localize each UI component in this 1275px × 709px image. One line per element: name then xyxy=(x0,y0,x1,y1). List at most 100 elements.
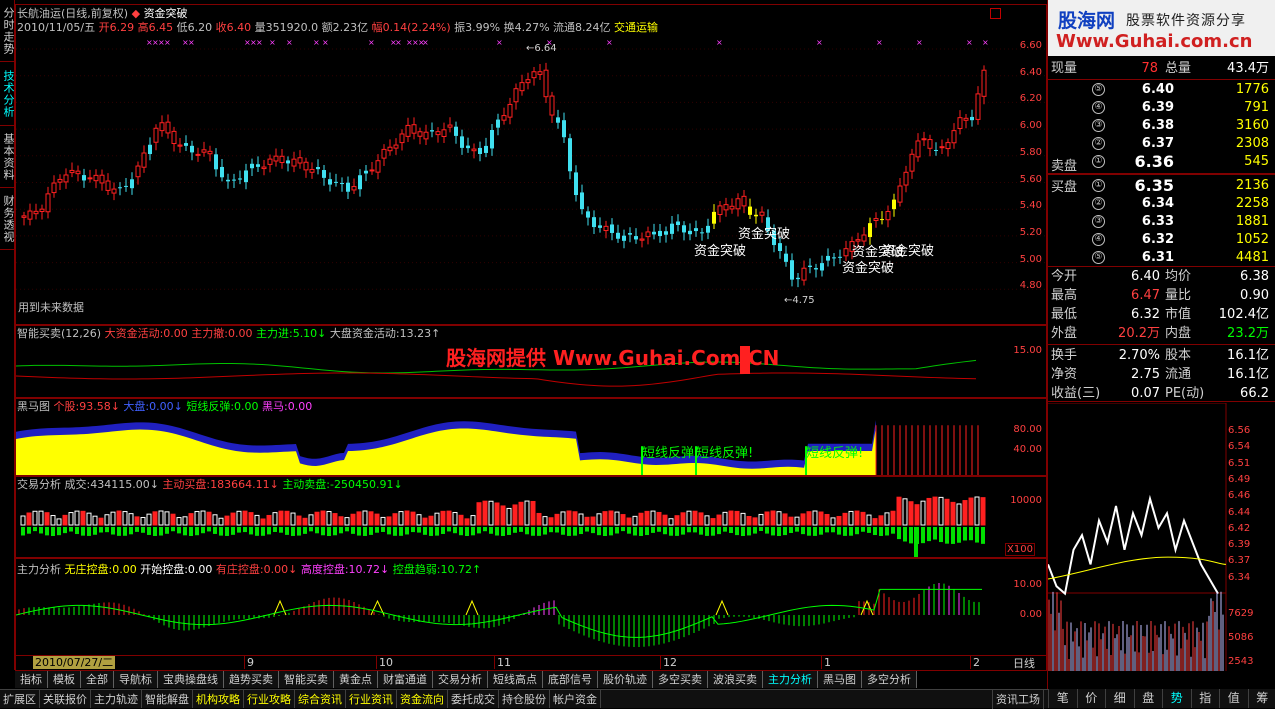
vtab-fenshi[interactable]: 分时走势 xyxy=(0,0,15,62)
tab-15[interactable]: 主力分析 xyxy=(763,671,818,688)
ind3-volume-bar xyxy=(339,517,343,525)
price-chart[interactable]: ×××××××××××××××××××××××××××××←6.64←4.75资… xyxy=(16,5,1046,324)
right-tab-7[interactable]: 筹 xyxy=(1248,689,1275,708)
right-tab-4[interactable]: 势 xyxy=(1162,689,1191,708)
right-tab-5[interactable]: 指 xyxy=(1191,689,1220,708)
bottom-tab-10[interactable]: 持仓股份 xyxy=(499,690,550,708)
tab-6[interactable]: 智能买卖 xyxy=(279,671,334,688)
candle xyxy=(460,130,464,155)
right-tab-2[interactable]: 细 xyxy=(1105,689,1134,708)
period-label[interactable]: 日线 xyxy=(1013,655,1035,671)
candle xyxy=(598,217,602,232)
ind3-sell-bar xyxy=(603,527,607,536)
bottom-info-workshop[interactable]: 资讯工场 xyxy=(992,690,1044,709)
candle xyxy=(142,145,146,172)
stat-row: 最低6.32市值102.4亿 xyxy=(1048,306,1273,324)
candle xyxy=(652,224,656,239)
bottom-tab-0[interactable]: 扩展区 xyxy=(0,690,40,708)
bottom-tab-2[interactable]: 主力轨迹 xyxy=(91,690,142,708)
tab-0[interactable]: 指标 xyxy=(15,671,48,688)
tab-10[interactable]: 短线高点 xyxy=(488,671,543,688)
vtab-jishu[interactable]: 技术分析 xyxy=(0,62,15,126)
ind3-sell-bar xyxy=(567,527,571,536)
price: 6.40 xyxy=(1118,81,1174,99)
tab-13[interactable]: 多空买卖 xyxy=(653,671,708,688)
price: 6.39 xyxy=(1118,99,1174,117)
signal-marker: × xyxy=(606,38,613,47)
ind3-volume-bar xyxy=(117,511,121,525)
candle xyxy=(112,182,116,200)
tab-12[interactable]: 股价轨迹 xyxy=(598,671,653,688)
candle xyxy=(592,210,596,234)
candle xyxy=(274,148,278,166)
ind3-volume-bar xyxy=(261,519,265,525)
tab-2[interactable]: 全部 xyxy=(81,671,114,688)
mini-price-label: 6.37 xyxy=(1228,555,1250,566)
tab-1[interactable]: 模板 xyxy=(48,671,81,688)
tab-14[interactable]: 波浪买卖 xyxy=(708,671,763,688)
stat-row: 最高6.47量比0.90 xyxy=(1048,287,1273,305)
brand-slogan: 股票软件资源分享 xyxy=(1126,10,1246,30)
bottom-tab-3[interactable]: 智能解盘 xyxy=(142,690,193,708)
ind3-sell-bar xyxy=(914,527,918,557)
signal-marker: × xyxy=(982,38,989,47)
tab-17[interactable]: 多空分析 xyxy=(862,671,917,688)
candle xyxy=(250,159,254,176)
right-tab-0[interactable]: 笔 xyxy=(1048,689,1077,708)
ind3-volume-bar xyxy=(849,511,853,525)
vtab-caiwu[interactable]: 财务透视 xyxy=(0,188,15,250)
tab-4[interactable]: 宝典操盘线 xyxy=(158,671,224,688)
ind3-sell-bar xyxy=(447,527,451,531)
candle xyxy=(538,64,542,80)
indicator-black-horse-panel[interactable]: 黑马图 个股:93.58↓ 大盘:0.00↓ 短线反弹:0.00 黑马:0.00… xyxy=(15,398,1047,476)
ind3-sell-bar xyxy=(687,527,691,532)
ind3-volume-bar xyxy=(669,519,673,525)
ind3-volume-bar xyxy=(51,516,55,525)
ind3-volume-bar xyxy=(711,519,715,525)
candle xyxy=(628,227,632,242)
ind3-volume-bar xyxy=(627,518,631,525)
ind3-sell-bar xyxy=(213,527,217,534)
ind4-y-label-0: 0.00 xyxy=(1020,609,1042,620)
candle xyxy=(862,227,866,246)
indicator-main-force-panel[interactable]: 主力分析 无庄控盘:0.00 开始控盘:0.00 有庄控盘:0.00↓ 高度控盘… xyxy=(15,558,1047,656)
tab-5[interactable]: 趋势买卖 xyxy=(224,671,279,688)
tab-16[interactable]: 黑马图 xyxy=(818,671,862,688)
level-icon: ① xyxy=(1092,155,1105,168)
bottom-tab-8[interactable]: 资金流向 xyxy=(397,690,448,708)
bid-row: ②6.342258 xyxy=(1048,195,1273,213)
bottom-tab-1[interactable]: 关联报价 xyxy=(40,690,91,708)
right-tab-6[interactable]: 值 xyxy=(1219,689,1248,708)
indicator-trade-analysis-panel[interactable]: 交易分析 成交:434115.00↓ 主动买盘:183664.11↓ 主动卖盘:… xyxy=(15,476,1047,558)
ind3-sell-bar xyxy=(201,527,205,533)
vtab-jiben[interactable]: 基本资料 xyxy=(0,126,15,188)
right-tab-3[interactable]: 盘 xyxy=(1134,689,1163,708)
bottom-tab-6[interactable]: 综合资讯 xyxy=(295,690,346,708)
tab-3[interactable]: 导航标 xyxy=(114,671,158,688)
candle xyxy=(724,198,728,217)
tab-9[interactable]: 交易分析 xyxy=(433,671,488,688)
tab-8[interactable]: 财富通道 xyxy=(378,671,433,688)
bottom-tab-5[interactable]: 行业攻略 xyxy=(244,690,295,708)
ind3-volume-bar xyxy=(285,511,289,525)
signal-label: 资金突破 xyxy=(882,243,934,259)
bottom-tab-7[interactable]: 行业资讯 xyxy=(346,690,397,708)
tab-7[interactable]: 黄金点 xyxy=(334,671,378,688)
bottom-tab-11[interactable]: 帐户资金 xyxy=(550,690,601,708)
ind3-volume-bar xyxy=(315,512,319,525)
ind3-sell-bar xyxy=(279,527,283,533)
bottom-tab-9[interactable]: 委托成交 xyxy=(448,690,499,708)
ind3-sell-bar xyxy=(177,527,181,533)
ind3-volume-bar xyxy=(177,518,181,525)
ind3-volume-bar xyxy=(345,518,349,525)
bottom-tab-4[interactable]: 机构攻略 xyxy=(193,690,244,708)
ind3-volume-bar xyxy=(933,497,937,525)
ind3-sell-bar xyxy=(861,527,865,532)
right-tab-1[interactable]: 价 xyxy=(1077,689,1106,708)
ind3-volume-bar xyxy=(765,512,769,525)
main-chart-panel[interactable]: 长航油运(日线,前复权) ◆ 资金突破 2010/11/05/五 开6.29 高… xyxy=(15,4,1047,325)
ind3-sell-bar xyxy=(873,527,877,535)
candle xyxy=(166,115,170,139)
tab-11[interactable]: 底部信号 xyxy=(543,671,598,688)
candle xyxy=(412,117,416,139)
